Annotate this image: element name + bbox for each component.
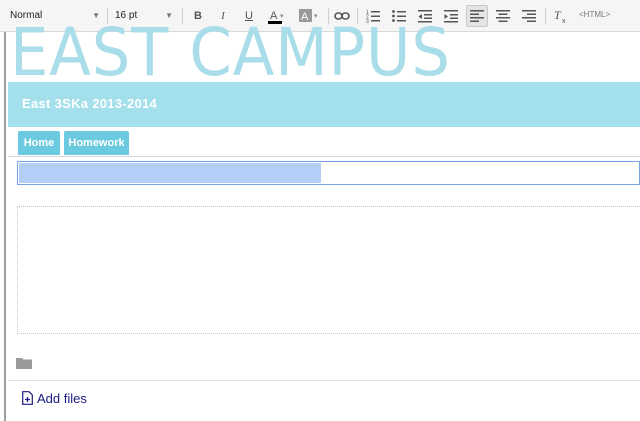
tab-home[interactable]: Home: [18, 131, 60, 155]
html-mode-button[interactable]: <HTML>: [579, 10, 610, 19]
folder-icon[interactable]: [16, 357, 32, 369]
svg-text:T: T: [554, 8, 562, 22]
add-file-icon: [22, 391, 33, 405]
site-subtitle: East 3SKa 2013-2014: [22, 96, 158, 111]
editor-left-border: [4, 32, 6, 421]
add-files-label: Add files: [37, 390, 87, 406]
align-center-button[interactable]: [492, 5, 514, 27]
add-files-button[interactable]: Add files: [22, 389, 87, 407]
svg-text:x: x: [562, 18, 566, 24]
text-selection-highlight: [19, 163, 321, 183]
site-title: EAST CAMPUS: [10, 14, 451, 91]
align-right-icon: [522, 10, 536, 22]
align-left-icon: [470, 10, 484, 22]
align-right-button[interactable]: [518, 5, 540, 27]
tabs-divider: [8, 156, 640, 157]
page-content-editor[interactable]: [17, 206, 640, 334]
clear-formatting-icon: T x: [554, 8, 566, 24]
attachments-divider: [8, 380, 640, 381]
align-center-icon: [496, 10, 510, 22]
clear-formatting-button[interactable]: T x: [550, 5, 572, 27]
page-title-input[interactable]: [17, 161, 640, 185]
align-left-button[interactable]: [466, 5, 488, 27]
toolbar-divider: [545, 8, 546, 24]
tab-homework[interactable]: Homework: [64, 131, 129, 155]
